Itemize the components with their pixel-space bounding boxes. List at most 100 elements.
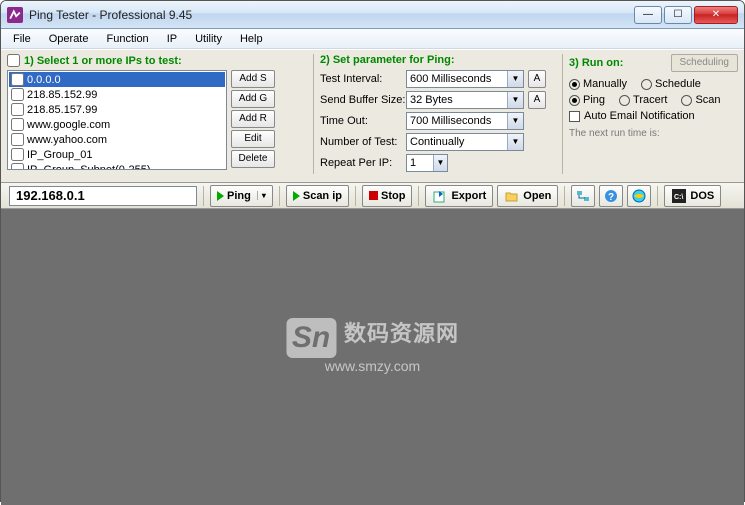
- maximize-button[interactable]: ☐: [664, 6, 692, 24]
- export-icon: [432, 188, 448, 204]
- ip-checkbox[interactable]: [11, 133, 24, 146]
- open-button[interactable]: Open: [497, 185, 558, 207]
- delete-button[interactable]: Delete: [231, 150, 275, 168]
- ip-label: 0.0.0.0: [27, 74, 61, 86]
- toolbar: 192.168.0.1 Ping Scan ip Stop Export Ope…: [1, 183, 744, 209]
- window-title: Ping Tester - Professional 9.45: [29, 8, 634, 22]
- help-icon: ?: [603, 188, 619, 204]
- ip-listbox[interactable]: 0.0.0.0 218.85.152.99 218.85.157.99 www.…: [7, 70, 227, 170]
- list-item[interactable]: IP_Group_01: [9, 147, 225, 162]
- menu-operate[interactable]: Operate: [41, 31, 97, 47]
- radio-tracert[interactable]: Tracert: [619, 94, 667, 106]
- divider: [562, 54, 563, 174]
- chevron-down-icon: ▼: [507, 71, 523, 87]
- chevron-down-icon: ▼: [507, 113, 523, 129]
- list-item[interactable]: www.google.com: [9, 117, 225, 132]
- auto-email-checkbox[interactable]: Auto Email Notification: [569, 110, 695, 122]
- scan-ip-button[interactable]: Scan ip: [286, 185, 349, 207]
- radio-ping[interactable]: Ping: [569, 94, 605, 106]
- radio-schedule[interactable]: Schedule: [641, 78, 701, 90]
- close-button[interactable]: ✕: [694, 6, 738, 24]
- select-all-checkbox[interactable]: [7, 54, 20, 67]
- add-g-button[interactable]: Add G: [231, 90, 275, 108]
- ip-checkbox[interactable]: [11, 88, 24, 101]
- repeat-label: Repeat Per IP:: [320, 157, 406, 169]
- list-item[interactable]: 0.0.0.0: [9, 72, 225, 87]
- ip-label: 218.85.157.99: [27, 104, 97, 116]
- dos-button[interactable]: C:\DOS: [664, 185, 721, 207]
- ie-icon-button[interactable]: [627, 185, 651, 207]
- svg-text:C:\: C:\: [674, 194, 683, 201]
- buffer-label: Send Buffer Size:: [320, 94, 406, 106]
- terminal-icon: C:\: [671, 188, 687, 204]
- ip-label: 218.85.152.99: [27, 89, 97, 101]
- separator: [418, 186, 419, 206]
- radio-manually[interactable]: Manually: [569, 78, 627, 90]
- export-button[interactable]: Export: [425, 185, 493, 207]
- buffer-a-button[interactable]: A: [528, 91, 546, 109]
- ip-label: IP_Group_Subnet(0-255): [27, 164, 151, 171]
- ip-input[interactable]: 192.168.0.1: [9, 186, 197, 206]
- menu-help[interactable]: Help: [232, 31, 271, 47]
- separator: [564, 186, 565, 206]
- chevron-down-icon: ▼: [507, 92, 523, 108]
- menu-file[interactable]: File: [5, 31, 39, 47]
- list-item[interactable]: 218.85.157.99: [9, 102, 225, 117]
- ip-checkbox[interactable]: [11, 118, 24, 131]
- watermark: Sn数码资源网 www.smzy.com: [286, 316, 459, 374]
- chevron-down-icon: ▼: [507, 134, 523, 150]
- ip-checkbox[interactable]: [11, 148, 24, 161]
- ip-label: www.google.com: [27, 119, 110, 131]
- repeat-select[interactable]: 1▼: [406, 154, 448, 172]
- buffer-select[interactable]: 32 Bytes▼: [406, 91, 524, 109]
- separator: [279, 186, 280, 206]
- ip-label: www.yahoo.com: [27, 134, 107, 146]
- play-icon: [217, 191, 224, 201]
- list-item[interactable]: www.yahoo.com: [9, 132, 225, 147]
- numtest-label: Number of Test:: [320, 136, 406, 148]
- panel1-heading: 1) Select 1 or more IPs to test:: [24, 55, 182, 67]
- add-r-button[interactable]: Add R: [231, 110, 275, 128]
- next-run-label: The next run time is:: [569, 128, 738, 139]
- globe-icon: [631, 188, 647, 204]
- stop-icon: [369, 191, 378, 200]
- menu-utility[interactable]: Utility: [187, 31, 230, 47]
- panel-ping-params: 2) Set parameter for Ping: Test Interval…: [320, 54, 556, 174]
- ip-checkbox[interactable]: [11, 103, 24, 116]
- interval-select[interactable]: 600 Milliseconds▼: [406, 70, 524, 88]
- numtest-select[interactable]: Continually▼: [406, 133, 524, 151]
- radio-scan[interactable]: Scan: [681, 94, 720, 106]
- panel-select-ips: 1) Select 1 or more IPs to test: 0.0.0.0…: [7, 54, 307, 174]
- menubar: File Operate Function IP Utility Help: [1, 29, 744, 49]
- add-s-button[interactable]: Add S: [231, 70, 275, 88]
- folder-open-icon: [504, 188, 520, 204]
- timeout-select[interactable]: 700 Milliseconds▼: [406, 112, 524, 130]
- list-item[interactable]: IP_Group_Subnet(0-255): [9, 162, 225, 170]
- ip-checkbox[interactable]: [11, 163, 24, 170]
- titlebar: Ping Tester - Professional 9.45 — ☐ ✕: [1, 1, 744, 29]
- app-icon: [7, 7, 23, 23]
- menu-ip[interactable]: IP: [159, 31, 185, 47]
- stop-button[interactable]: Stop: [362, 185, 412, 207]
- separator: [657, 186, 658, 206]
- list-item[interactable]: 218.85.152.99: [9, 87, 225, 102]
- ping-button[interactable]: Ping: [210, 185, 273, 207]
- interval-a-button[interactable]: A: [528, 70, 546, 88]
- ip-label: IP_Group_01: [27, 149, 92, 161]
- play-icon: [293, 191, 300, 201]
- interval-label: Test Interval:: [320, 73, 406, 85]
- edit-button[interactable]: Edit: [231, 130, 275, 148]
- output-area: Sn数码资源网 www.smzy.com: [1, 209, 744, 505]
- menu-function[interactable]: Function: [98, 31, 156, 47]
- panel3-heading: 3) Run on:: [569, 57, 623, 69]
- network-icon-button[interactable]: [571, 185, 595, 207]
- ip-checkbox[interactable]: [11, 73, 24, 86]
- svg-text:?: ?: [608, 192, 614, 203]
- minimize-button[interactable]: —: [634, 6, 662, 24]
- help-icon-button[interactable]: ?: [599, 185, 623, 207]
- panel-run-on: 3) Run on: Scheduling Manually Schedule P…: [569, 54, 738, 174]
- separator: [203, 186, 204, 206]
- scheduling-button[interactable]: Scheduling: [671, 54, 738, 72]
- chevron-down-icon: ▼: [433, 155, 447, 171]
- panel2-heading: 2) Set parameter for Ping:: [320, 54, 556, 66]
